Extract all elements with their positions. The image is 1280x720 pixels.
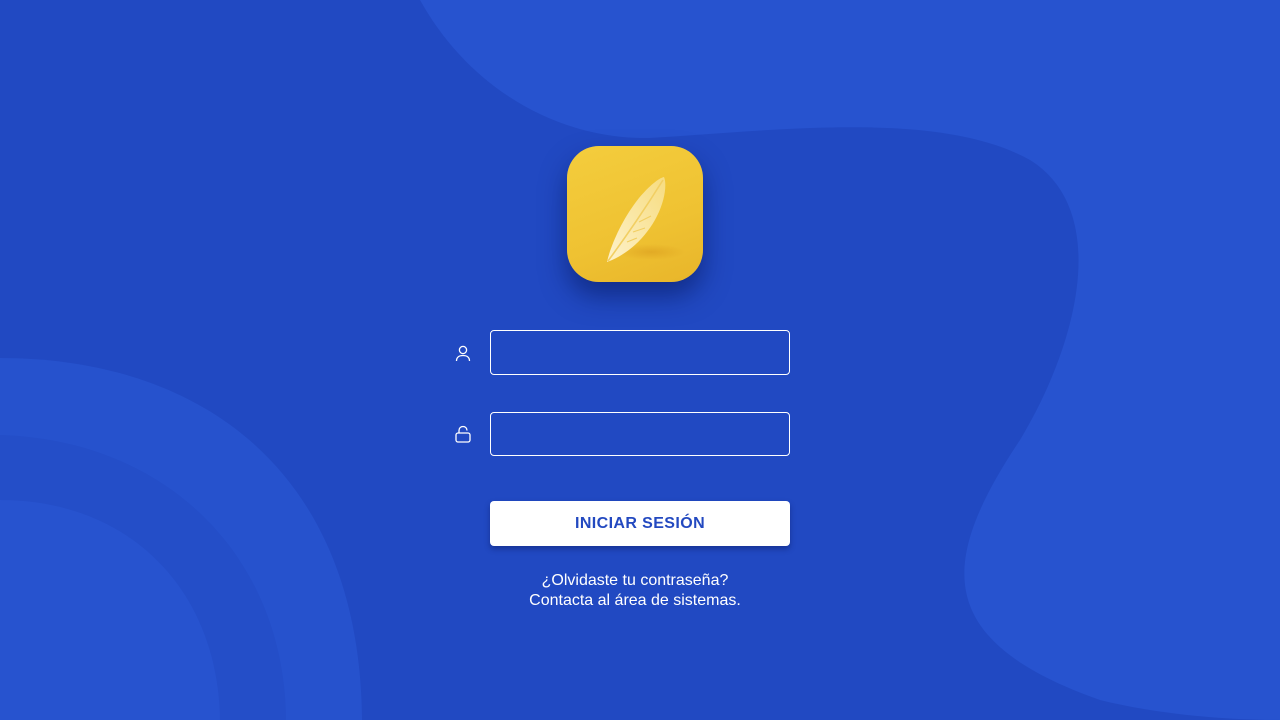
user-icon [454, 344, 472, 362]
forgot-password-text: ¿Olvidaste tu contraseña? [541, 572, 729, 589]
login-screen: INICIAR SESIÓN ¿Olvidaste tu contraseña?… [0, 0, 1280, 720]
lock-icon [454, 425, 472, 443]
username-input[interactable] [490, 330, 790, 375]
contact-systems-text: Contacta al área de sistemas. [529, 592, 741, 609]
feather-icon [607, 177, 685, 262]
password-input[interactable] [490, 412, 790, 456]
help-text: ¿Olvidaste tu contraseña? Contacta al ár… [440, 571, 830, 611]
app-logo [567, 146, 703, 282]
login-button[interactable]: INICIAR SESIÓN [490, 501, 790, 546]
